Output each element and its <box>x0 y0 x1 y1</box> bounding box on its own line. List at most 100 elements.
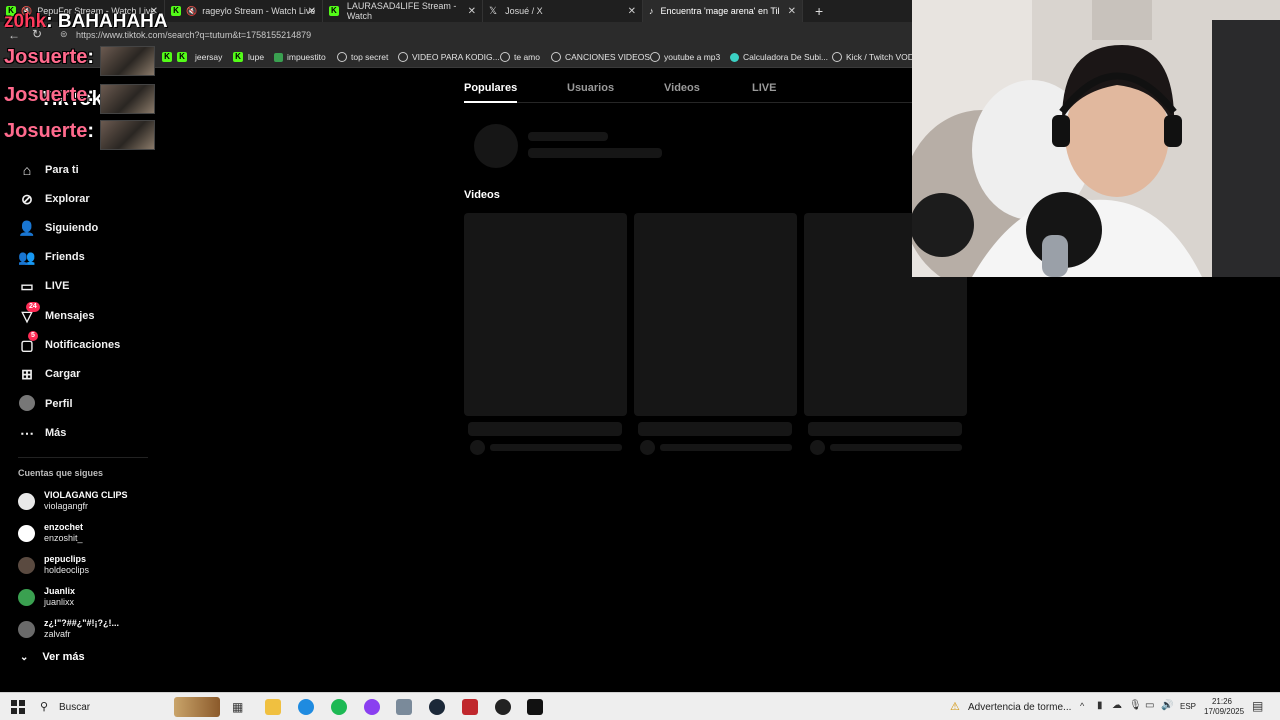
sidebar-item-notificaciones[interactable]: ▢ 5 Notificaciones <box>18 330 120 356</box>
close-icon[interactable]: ✕ <box>308 6 316 17</box>
compass-icon: ⊘ <box>21 190 33 207</box>
battery-icon[interactable]: ▮ <box>1097 700 1103 711</box>
sidebar-item-para-ti[interactable]: ⌂ Para ti <box>18 159 79 181</box>
bookmark-canciones-videos[interactable]: CANCIONES VIDEOS <box>551 52 650 62</box>
bookmark-label: top secret <box>351 52 389 62</box>
close-icon[interactable]: ✕ <box>628 6 636 17</box>
sidebar-item-explorar[interactable]: ⊘ Explorar <box>18 188 90 210</box>
mute-icon[interactable]: 🔇 <box>186 6 197 17</box>
chat-message: : BAHAHAHA <box>46 11 168 32</box>
kick-icon: K <box>171 6 181 16</box>
globe-icon <box>832 52 842 62</box>
skeleton-line <box>638 422 792 436</box>
account-username: violagangfr <box>44 501 89 511</box>
tab-populares[interactable]: Populares <box>464 82 517 94</box>
account-name: VIOLAGANG CLIPS <box>44 490 128 500</box>
tabs-divider <box>464 102 912 103</box>
tab-usuarios[interactable]: Usuarios <box>567 82 614 94</box>
sidebar-item-label: Friends <box>45 251 85 263</box>
live-icon: ▭ <box>20 277 34 294</box>
kick-icon: K <box>162 52 172 62</box>
app-icon[interactable] <box>462 699 478 715</box>
bookmark-kick-twitch-vod[interactable]: Kick / Twitch VOD <box>832 52 914 62</box>
notifications-center-icon[interactable]: ▤ <box>1252 699 1263 713</box>
sidebar-item-label: LIVE <box>45 280 70 292</box>
search-icon[interactable]: ⚲ <box>40 700 48 713</box>
search-highlight-image[interactable] <box>174 697 220 717</box>
volume-icon[interactable]: 🔊 <box>1161 700 1173 711</box>
obs-icon[interactable] <box>495 699 511 715</box>
sidebar-item-label: Siguiendo <box>45 222 99 234</box>
file-explorer-icon[interactable] <box>265 699 281 715</box>
windows-start-icon[interactable] <box>10 699 26 715</box>
tab-josue-x[interactable]: 𝕏 Josué / X ✕ <box>483 0 643 22</box>
tab-label: Josué / X <box>505 6 543 16</box>
tab-tiktok[interactable]: ♪ Encuentra 'mage arena' en TikTok ✕ <box>643 0 803 22</box>
canva-icon[interactable] <box>364 699 380 715</box>
followed-account[interactable]: z¿!"?##¿"#!¡?¿!... zalvafr <box>18 618 119 640</box>
followed-account[interactable]: enzochet enzoshit_ <box>18 522 83 544</box>
tab-rageylo[interactable]: K 🔇 rageylo Stream - Watch Live ✕ <box>165 0 323 22</box>
sidebar-item-mensajes[interactable]: ▽ 24 Mensajes <box>18 301 95 327</box>
weather-label[interactable]: Advertencia de torme... <box>968 702 1071 713</box>
app-icon[interactable] <box>527 699 543 715</box>
sidebar-item-mas[interactable]: ⋯ Más <box>18 422 66 444</box>
sidebar-item-perfil[interactable]: Perfil <box>18 393 73 415</box>
chevron-up-icon[interactable]: ^ <box>1080 701 1084 711</box>
language-indicator[interactable]: ESP <box>1180 702 1196 711</box>
chat-separator: : <box>87 84 95 106</box>
tab-live[interactable]: LIVE <box>752 82 776 94</box>
chat-username: Josuerte <box>4 120 88 142</box>
chat-overlay-line: Josuerte: <box>4 46 155 76</box>
edge-icon[interactable] <box>298 699 314 715</box>
tab-laurasad[interactable]: K LAURASAD4LIFE Stream - Watch ✕ <box>323 0 483 22</box>
account-username: holdeoclips <box>44 565 90 575</box>
home-icon: ⌂ <box>22 162 32 178</box>
taskbar-search-label[interactable]: Buscar <box>59 702 90 713</box>
sidebar-item-live[interactable]: ▭ LIVE <box>18 275 69 297</box>
sidebar-item-siguiendo[interactable]: 👤 Siguiendo <box>18 217 98 239</box>
followed-accounts-heading: Cuentas que sigues <box>18 468 104 478</box>
tab-label: LAURASAD4LIFE Stream - Watch <box>346 1 457 21</box>
bookmark-label: impuestito <box>287 52 326 62</box>
sidebar-item-cargar[interactable]: ⊞ Cargar <box>18 363 80 385</box>
see-more-button[interactable]: ⌄ Ver más <box>20 651 85 663</box>
followed-account[interactable]: Juanlix juanlixx <box>18 586 75 608</box>
bookmark-lupe[interactable]: Klupe <box>233 52 264 62</box>
bookmark-calculadora[interactable]: Calculadora De Subi... <box>730 52 828 62</box>
clock[interactable]: 21:26 17/09/2025 <box>1204 697 1244 717</box>
tiktok-icon: ♪ <box>649 6 654 16</box>
spotify-icon[interactable] <box>331 699 347 715</box>
game-icon[interactable] <box>396 699 412 715</box>
account-username: zalvafr <box>44 629 71 639</box>
bookmark-video-para-kodig[interactable]: VIDEO PARA KODIG... <box>398 52 500 62</box>
task-view-icon[interactable]: ▦ <box>232 699 248 715</box>
cloud-icon[interactable]: ☁ <box>1112 700 1122 711</box>
video-card-skeleton[interactable] <box>464 213 627 416</box>
mic-icon[interactable]: 🎙 <box>1129 700 1142 711</box>
network-icon[interactable]: ▭ <box>1145 700 1154 711</box>
steam-icon[interactable] <box>429 699 445 715</box>
avatar <box>18 588 35 606</box>
sidebar-item-friends[interactable]: 👥 Friends <box>18 246 85 268</box>
followed-account[interactable]: pepuclips holdeoclips <box>18 554 89 576</box>
close-icon[interactable]: ✕ <box>788 6 796 17</box>
bookmark-jeersay[interactable]: K Kjeersay <box>162 52 222 62</box>
warning-icon: ⚠ <box>950 701 960 713</box>
sidebar-item-label: Cargar <box>45 368 81 380</box>
bookmark-te-amo[interactable]: te amo <box>500 52 540 62</box>
bookmark-impuestito[interactable]: impuestito <box>274 52 326 62</box>
video-card-skeleton[interactable] <box>634 213 797 416</box>
sidebar-item-label: Explorar <box>45 193 90 205</box>
followed-account[interactable]: VIOLAGANG CLIPS violagangfr <box>18 490 128 512</box>
bookmark-label: jeersay <box>195 52 223 62</box>
sidebar-item-label: Más <box>45 427 67 439</box>
bookmark-label: lupe <box>248 52 265 62</box>
bookmark-youtube-a-mp3[interactable]: youtube a mp3 <box>650 52 720 62</box>
tab-videos[interactable]: Videos <box>664 82 700 94</box>
new-tab-icon[interactable]: + <box>815 3 823 19</box>
bookmark-top-secret[interactable]: top secret <box>337 52 388 62</box>
following-icon: 👤 <box>18 219 36 236</box>
friends-icon: 👥 <box>18 248 36 265</box>
close-icon[interactable]: ✕ <box>468 6 476 17</box>
